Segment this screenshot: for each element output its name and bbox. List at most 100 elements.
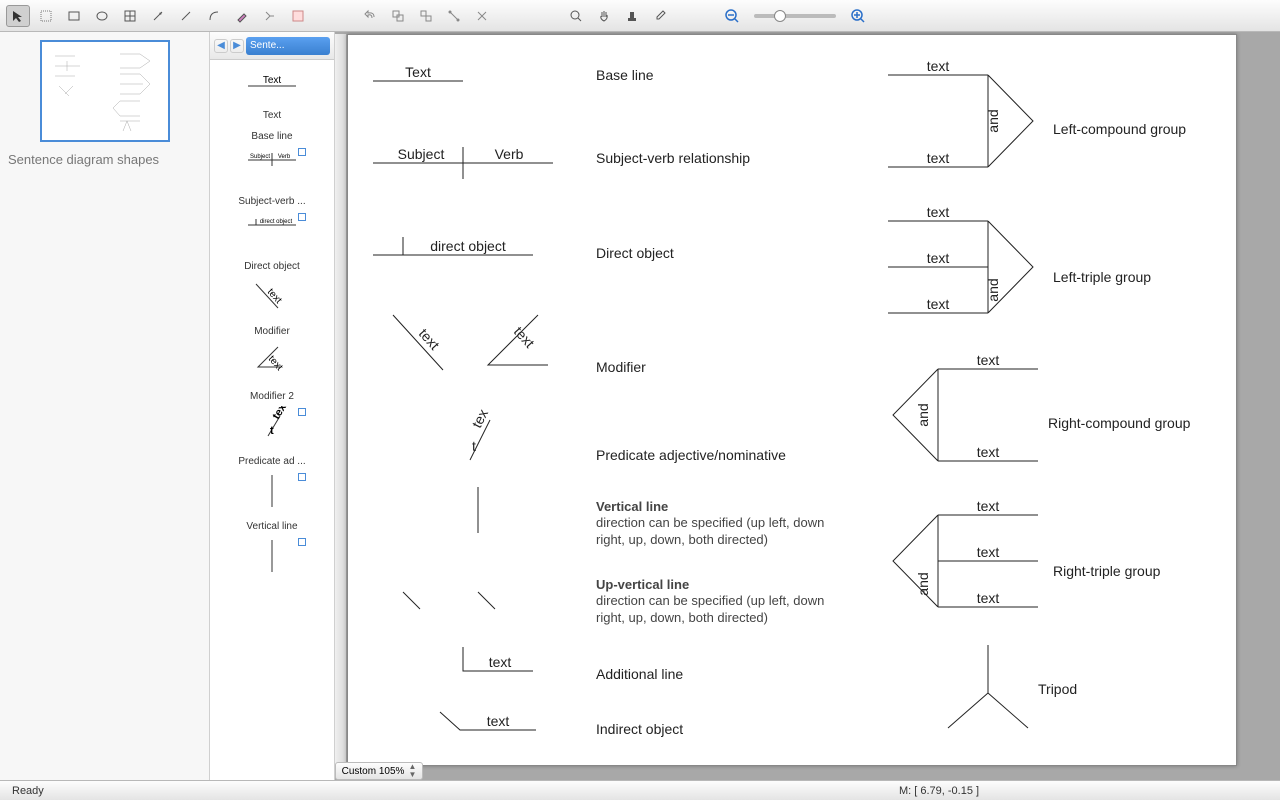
- svg-text:direct object: direct object: [430, 238, 506, 254]
- label-subjverb: Subject-verb relationship: [596, 150, 750, 166]
- svg-text:text: text: [927, 296, 950, 312]
- stencil-item-baseline[interactable]: Base line SubjectVerb: [214, 131, 330, 186]
- svg-text:text: text: [416, 325, 443, 353]
- svg-text:Verb: Verb: [495, 146, 524, 162]
- stencil-item-modifier2[interactable]: Modifier 2 text: [214, 391, 330, 446]
- status-mouse-coords: M: [ 6.79, -0.15 ]: [630, 785, 1248, 797]
- shape-indirect[interactable]: text: [438, 710, 538, 734]
- distribute-tool[interactable]: [470, 5, 494, 27]
- shape-predicate[interactable]: text: [458, 415, 508, 465]
- svg-text:text: text: [927, 58, 950, 74]
- svg-text:text: text: [265, 287, 284, 307]
- label-predicate: Predicate adjective/nominative: [596, 447, 786, 463]
- stencil-next-button[interactable]: ▶: [230, 39, 244, 53]
- label-rtriple: Right-triple group: [1053, 563, 1160, 579]
- shape-library-tool[interactable]: [286, 5, 310, 27]
- shape-vline[interactable]: [468, 485, 488, 535]
- stencil-item-modifier[interactable]: Modifier text: [214, 326, 330, 381]
- svg-text:tex: tex: [270, 406, 289, 422]
- svg-text:text: text: [977, 498, 1000, 514]
- align-tool[interactable]: [442, 5, 466, 27]
- text-select-tool[interactable]: [34, 5, 58, 27]
- label-vline: Vertical linedirection can be specified …: [596, 499, 836, 548]
- label-lcomp: Left-compound group: [1053, 121, 1186, 137]
- stencil-prev-button[interactable]: ◀: [214, 39, 228, 53]
- svg-text:Subject: Subject: [250, 154, 270, 160]
- label-rcomp: Right-compound group: [1048, 415, 1190, 431]
- stencil-item-subjverb[interactable]: Subject-verb ... direct object: [214, 196, 330, 251]
- shape-subjverb[interactable]: Subject Verb: [373, 143, 553, 179]
- shape-modifier[interactable]: text text: [388, 310, 548, 380]
- shape-baseline[interactable]: Text: [373, 65, 463, 85]
- label-tripod: Tripod: [1038, 681, 1077, 697]
- eyedropper-tool[interactable]: [648, 5, 672, 27]
- curve-tool[interactable]: [202, 5, 226, 27]
- undo-tool[interactable]: [358, 5, 382, 27]
- svg-text:and: and: [985, 278, 1001, 301]
- zoom-area-tool[interactable]: [564, 5, 588, 27]
- page-thumbnail-title: Sentence diagram shapes: [8, 152, 201, 167]
- main-toolbar: [0, 0, 1280, 32]
- svg-text:Verb: Verb: [278, 154, 291, 160]
- stencil-list[interactable]: Text Text Base line SubjectVerb Subject-…: [210, 60, 334, 780]
- svg-text:text: text: [489, 654, 512, 670]
- svg-text:text: text: [511, 323, 538, 351]
- zoom-in-button[interactable]: [846, 5, 870, 27]
- shape-directobj[interactable]: direct object: [373, 235, 533, 259]
- svg-text:Text: Text: [263, 75, 282, 86]
- shape-ltriple[interactable]: text text text and: [888, 205, 1038, 315]
- zoom-slider[interactable]: [754, 14, 836, 18]
- ungroup-tool[interactable]: [414, 5, 438, 27]
- label-baseline: Base line: [596, 67, 654, 83]
- zoom-out-button[interactable]: [720, 5, 744, 27]
- pen-tool[interactable]: [230, 5, 254, 27]
- zoom-level-select[interactable]: Custom 105%▲▼: [335, 762, 423, 780]
- stencil-header: ◀ ▶ Sente...: [210, 32, 334, 60]
- stencil-selector[interactable]: Sente...: [246, 37, 330, 55]
- line-tool[interactable]: [174, 5, 198, 27]
- svg-text:and: and: [915, 572, 931, 595]
- label-modifier: Modifier: [596, 359, 646, 375]
- pointer-tool[interactable]: [6, 5, 30, 27]
- svg-text:text: text: [927, 150, 950, 166]
- table-tool[interactable]: [118, 5, 142, 27]
- stencil-panel: ◀ ▶ Sente... Text Text Base line Subject…: [210, 32, 335, 780]
- shape-rcomp[interactable]: text text and: [888, 353, 1038, 463]
- pages-panel: Sentence diagram shapes: [0, 32, 210, 780]
- stencil-item-directobj[interactable]: Direct object text: [214, 261, 330, 316]
- ellipse-tool[interactable]: [90, 5, 114, 27]
- drawing-canvas[interactable]: Text Base line Subject Verb Subject-verb…: [347, 34, 1237, 766]
- rect-tool[interactable]: [62, 5, 86, 27]
- svg-text:text: text: [977, 444, 1000, 460]
- shape-tripod[interactable]: [938, 643, 1038, 733]
- page-thumbnail[interactable]: [40, 40, 170, 142]
- connector-tool[interactable]: [258, 5, 282, 27]
- svg-text:text: text: [927, 204, 950, 220]
- pan-tool[interactable]: [592, 5, 616, 27]
- group-tool[interactable]: [386, 5, 410, 27]
- stamp-tool[interactable]: [620, 5, 644, 27]
- svg-text:text: text: [977, 590, 1000, 606]
- zoom-slider-handle[interactable]: [774, 10, 786, 22]
- svg-text:text: text: [487, 713, 510, 729]
- arrow-tool[interactable]: [146, 5, 170, 27]
- svg-text:text: text: [977, 544, 1000, 560]
- label-ltriple: Left-triple group: [1053, 269, 1151, 285]
- canvas-viewport[interactable]: Text Base line Subject Verb Subject-verb…: [335, 32, 1280, 780]
- shape-addline[interactable]: text: [458, 645, 538, 675]
- status-ready: Ready: [12, 785, 630, 797]
- stencil-item-vline[interactable]: Vertical line: [214, 521, 330, 576]
- shape-upvline[interactable]: [398, 587, 508, 617]
- svg-text:text: text: [977, 352, 1000, 368]
- shape-rtriple[interactable]: text text text and: [888, 499, 1038, 611]
- svg-text:Subject: Subject: [398, 146, 445, 162]
- shape-lcomp[interactable]: text text and: [888, 59, 1038, 169]
- svg-text:tex: tex: [468, 406, 491, 430]
- svg-text:direct object: direct object: [260, 219, 293, 225]
- status-bar: Ready M: [ 6.79, -0.15 ]: [0, 780, 1280, 800]
- stencil-item-text[interactable]: Text Text: [214, 70, 330, 121]
- svg-text:Text: Text: [405, 64, 431, 80]
- svg-text:and: and: [985, 109, 1001, 132]
- stencil-item-predicate[interactable]: Predicate ad ...: [214, 456, 330, 511]
- label-addline: Additional line: [596, 666, 683, 682]
